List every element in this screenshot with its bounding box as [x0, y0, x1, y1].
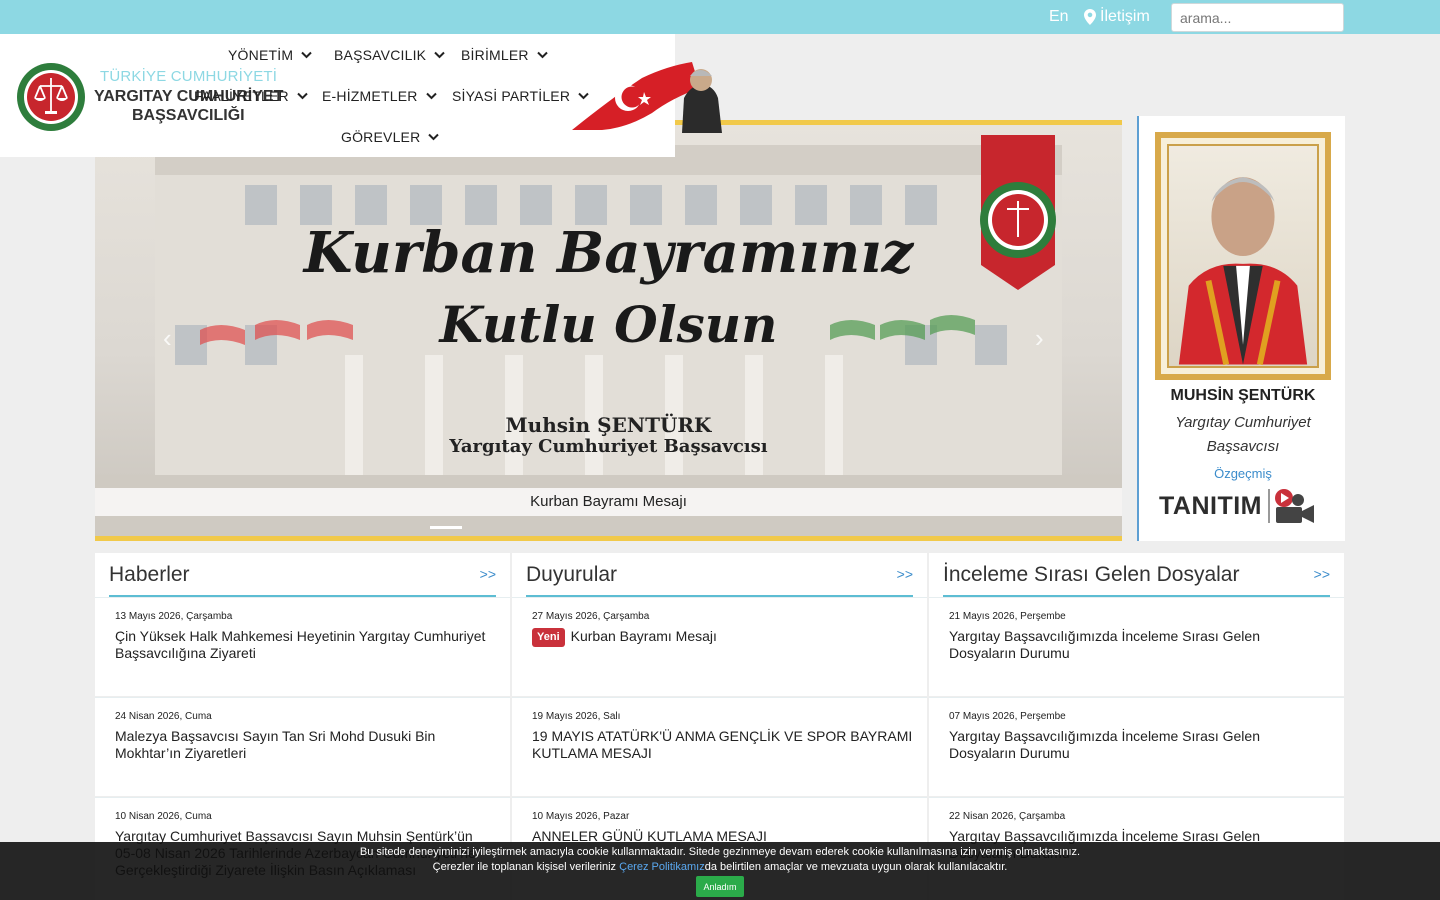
chevron-down-icon [428, 133, 440, 141]
turkish-flag-icon [572, 62, 722, 133]
nav-birimler[interactable]: BİRİMLER [461, 47, 548, 63]
org-country: TÜRKİYE CUMHURİYETİ [100, 68, 278, 85]
column-header: İnceleme Sırası Gelen Dosyalar >> [929, 553, 1344, 597]
nav-label: BİRİMLER [461, 47, 529, 63]
column-title: Duyurular [526, 563, 618, 586]
hero-slider[interactable]: Kurban Bayramınız Kutlu Olsun Muhsin ŞEN… [95, 120, 1122, 541]
nav-bassavcilik[interactable]: BAŞSAVCILIK [334, 47, 445, 63]
nav-label: FAALİYETLER [194, 88, 289, 104]
video-camera-icon [1268, 489, 1315, 523]
nav-yonetim[interactable]: YÖNETİM [228, 47, 312, 63]
item-date: 13 Mayıs 2026, Çarşamba [115, 611, 233, 622]
chief-prosecutor-card: MUHSİN ŞENTÜRK Yargıtay Cumhuriyet Başsa… [1137, 116, 1345, 541]
slide-caption[interactable]: Kurban Bayramı Mesajı [95, 488, 1122, 516]
top-bar: En İletişim [0, 0, 1440, 34]
cookie-message: Bu sitede deneyiminizi iyileştirmek amac… [359, 846, 1081, 858]
cookie-text-before: Çerezler ile toplanan kişisel verilerini… [432, 861, 617, 873]
cookie-text-after: da belirtilen amaçlar ve mevzuata uygun … [704, 861, 1008, 873]
more-link[interactable]: >> [897, 566, 913, 582]
list-item[interactable]: 24 Nisan 2026, Cuma Malezya Başsavcısı S… [95, 697, 510, 796]
contact-label: İletişim [1100, 8, 1150, 25]
slide-title-line2: Kutlu Olsun [439, 295, 778, 354]
column-header: Haberler >> [95, 553, 510, 597]
list-item[interactable]: 27 Mayıs 2026, Çarşamba Yeni Kurban Bayra… [512, 597, 927, 696]
list-item[interactable]: 21 Mayıs 2026, Perşembe Yargıtay Başsavc… [929, 597, 1344, 696]
chevron-down-icon [537, 51, 548, 59]
chevron-down-icon [301, 51, 312, 59]
yargitay-seal-icon[interactable] [16, 62, 86, 132]
chevron-down-icon [434, 51, 445, 59]
column-title: Haberler [109, 563, 190, 586]
nav-label: E-HİZMETLER [322, 88, 418, 104]
nav-gorevler[interactable]: GÖREVLER [341, 129, 440, 145]
promo-label: TANITIM [1159, 491, 1263, 520]
nav-e-hizmetler[interactable]: E-HİZMETLER [322, 88, 437, 104]
slider-next-icon[interactable]: › [1035, 323, 1055, 353]
portrait-frame[interactable] [1155, 132, 1331, 380]
list-item[interactable]: 13 Mayıs 2026, Çarşamba Çin Yüksek Halk … [95, 597, 510, 696]
prosecutor-role: Yargıtay Cumhuriyet Başsavcısı [1175, 414, 1311, 455]
nav-label: GÖREVLER [341, 129, 421, 145]
slider-indicator[interactable] [430, 526, 462, 529]
cookie-policy-link[interactable]: Çerez Politikamız [619, 861, 705, 873]
column-header: Duyurular >> [512, 553, 927, 597]
cookie-message-2: Çerezler ile toplanan kişisel verilerini… [0, 861, 1440, 873]
item-title: Yargıtay Başsavcılığımızda İnceleme Sıra… [949, 728, 1260, 761]
item-date: 10 Mayıs 2026, Pazar [532, 811, 630, 822]
search-input[interactable] [1171, 3, 1344, 32]
cookie-banner: Bu sitede deneyiminizi iyileştirmek amac… [0, 842, 1440, 900]
nav-label: YÖNETİM [228, 47, 294, 63]
new-badge: Yeni [532, 628, 565, 647]
location-pin-icon [1084, 9, 1096, 25]
nav-siyasi-partiler[interactable]: SİYASİ PARTİLER [452, 88, 589, 104]
item-date: 19 Mayıs 2026, Salı [532, 711, 621, 722]
nav-faaliyetler[interactable]: FAALİYETLER [194, 88, 308, 104]
column-title: İnceleme Sırası Gelen Dosyalar [943, 563, 1240, 586]
accept-cookies-button[interactable]: Anladım [696, 876, 744, 897]
item-title-row: Yeni Kurban Bayramı Mesajı [532, 628, 913, 647]
item-title: 19 MAYIS ATATÜRK'Ü ANMA GENÇLİK VE SPOR … [532, 728, 913, 761]
item-date: 27 Mayıs 2026, Çarşamba [532, 611, 650, 622]
item-date: 22 Nisan 2026, Çarşamba [949, 811, 1066, 822]
org-name-line2: BAŞSAVCILIĞI [132, 107, 245, 124]
item-title: Yargıtay Başsavcılığımızda İnceleme Sıra… [949, 628, 1260, 661]
nav-label: SİYASİ PARTİLER [452, 88, 571, 104]
item-date: 21 Mayıs 2026, Perşembe [949, 611, 1066, 622]
promo-video-link[interactable]: TANITIM [1159, 487, 1322, 525]
item-title: Kurban Bayramı Mesajı [570, 628, 717, 644]
list-item[interactable]: 19 Mayıs 2026, Salı 19 MAYIS ATATÜRK'Ü A… [512, 697, 927, 796]
more-link[interactable]: >> [480, 566, 496, 582]
person-portrait-icon [1178, 177, 1308, 366]
bio-link[interactable]: Özgeçmiş [1139, 466, 1347, 481]
language-link[interactable]: En [1049, 8, 1069, 26]
slide-title-line1: Kurban Bayramınız [303, 220, 914, 286]
chevron-down-icon [297, 92, 308, 100]
nav-label: BAŞSAVCILIK [334, 47, 427, 63]
slider-prev-icon[interactable]: ‹ [163, 323, 183, 353]
item-date: 10 Nisan 2026, Cuma [115, 811, 212, 822]
prosecutor-name: MUHSİN ŞENTÜRK [1170, 387, 1316, 404]
item-date: 07 Mayıs 2026, Perşembe [949, 711, 1066, 722]
chevron-down-icon [425, 92, 437, 100]
contact-link[interactable]: İletişim [1084, 8, 1150, 26]
slide-signature-role: Yargıtay Cumhuriyet Başsavcısı [449, 436, 768, 457]
item-title: Malezya Başsavcısı Sayın Tan Sri Mohd Du… [115, 728, 436, 761]
more-link[interactable]: >> [1314, 566, 1330, 582]
item-title: Çin Yüksek Halk Mahkemesi Heyetinin Yarg… [115, 628, 486, 661]
portrait-image [1167, 144, 1319, 368]
list-item[interactable]: 07 Mayıs 2026, Perşembe Yargıtay Başsavc… [929, 697, 1344, 796]
slide-signature-name: Muhsin ŞENTÜRK [505, 413, 712, 437]
item-date: 24 Nisan 2026, Cuma [115, 711, 212, 722]
